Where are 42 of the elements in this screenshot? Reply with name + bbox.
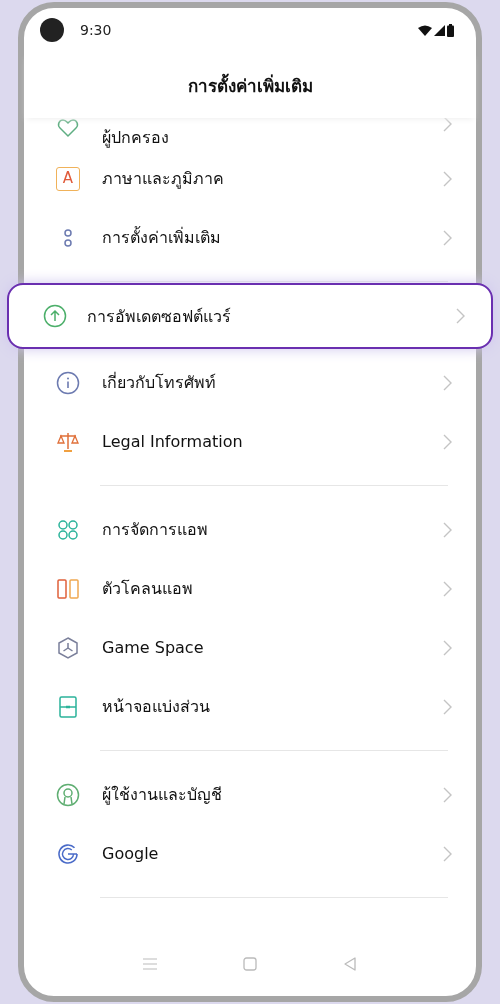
chevron-icon [456,308,465,324]
chevron-icon [443,845,452,862]
settings-item[interactable]: Google [24,824,476,883]
clock: 9:30 [80,22,113,38]
grid-icon [56,517,80,542]
home-icon[interactable] [243,957,257,971]
settings-item[interactable]: หน้าจอแบ่งส่วน [24,677,476,736]
settings-item[interactable]: ตัวโคลนแอพ [24,559,476,618]
page-title: การตั้งค่าเพิ่มเติม [187,74,313,118]
camera-hole [40,18,64,42]
back-icon[interactable] [343,957,357,971]
chevron-icon [443,639,452,656]
battery-icon [447,23,454,37]
hexagon-icon [56,635,80,660]
wifi-icon [418,24,432,36]
settings-item[interactable]: การตั้งค่าเพิ่มเติม [24,208,476,267]
two-panels-icon [56,576,80,601]
chevron-icon [443,374,452,391]
chevron-icon [443,433,452,450]
g-icon [56,841,80,866]
chevron-icon [443,580,452,597]
settings-item[interactable]: การอัพเดตซอฟต์แวร์ [7,283,493,349]
letter-icon: A [56,166,80,191]
settings-item[interactable]: ผู้ปกครอง [24,116,476,149]
heart-icon [56,116,80,140]
settings-item[interactable]: ผู้ใช้งานและบัญชี [24,765,476,824]
chevron-icon [443,521,452,538]
signal-icon [434,24,445,36]
settings-item[interactable]: Game Space [24,618,476,677]
chevron-icon [443,786,452,803]
settings-item[interactable]: A ภาษาและภูมิภาค [24,149,476,208]
settings-item[interactable]: การจัดการแอพ [24,500,476,559]
split-screen-icon [56,694,80,719]
chevron-icon [443,229,452,246]
settings-item[interactable]: เกี่ยวกับโทรศัพท์ [24,353,476,412]
menu-icon[interactable] [143,958,157,970]
chevron-icon [443,170,452,187]
chevron-icon [443,698,452,715]
settings-item[interactable]: Legal Information [24,412,476,471]
info-icon [56,370,80,395]
chevron-icon [443,116,452,132]
person-icon [56,782,80,807]
